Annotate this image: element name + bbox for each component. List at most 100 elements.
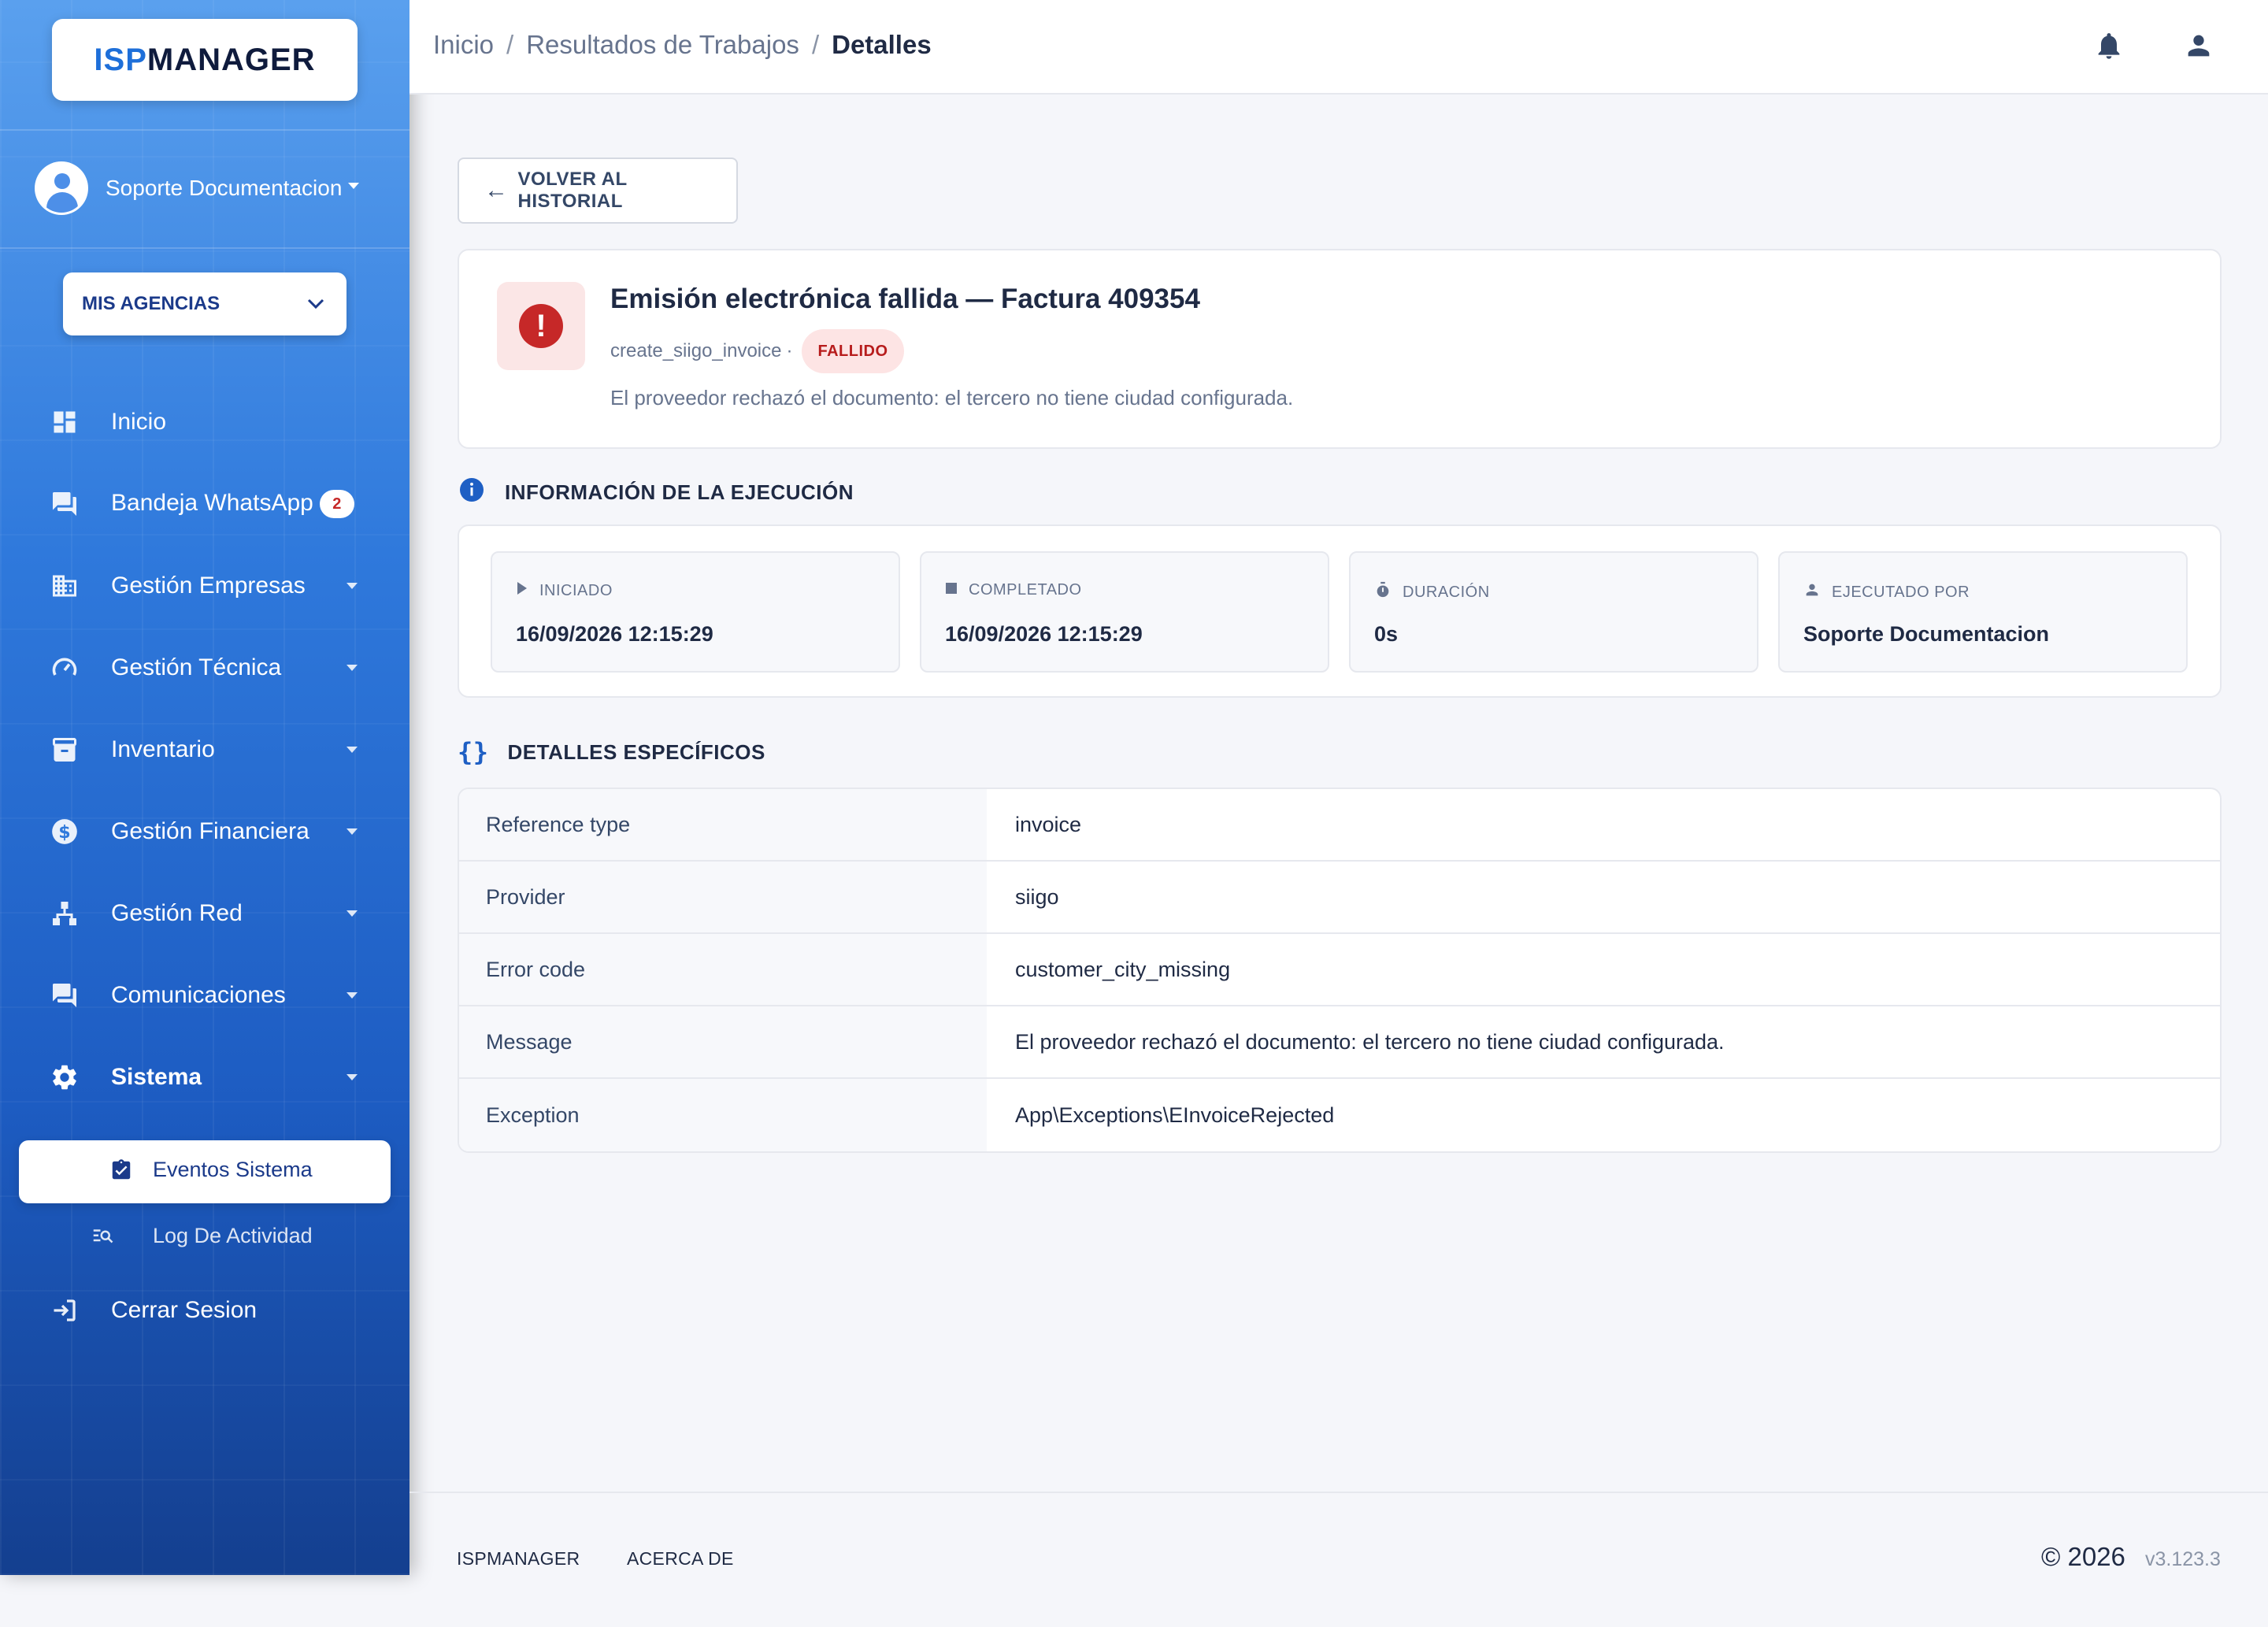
chevron-down-icon [346, 992, 358, 999]
info-value: Soporte Documentacion [1803, 622, 2050, 646]
clipboard-check-icon [106, 1154, 137, 1186]
section-title-text: DETALLES ESPECÍFICOS [507, 739, 765, 764]
sidebar-item-tecnica[interactable]: Gestión Técnica [0, 636, 410, 699]
details-section-title: {} DETALLES ESPECÍFICOS [458, 737, 765, 767]
sidebar-item-inicio[interactable]: Inicio [0, 391, 410, 454]
table-value: invoice [1015, 812, 1082, 836]
sidebar-item-label: Comunicaciones [111, 982, 286, 1008]
sidebar-item-label: Gestión Empresas [111, 573, 306, 599]
sidebar-subitem-label: Eventos Sistema [153, 1158, 313, 1181]
sidebar-item-comunicaciones[interactable]: Comunicaciones [0, 964, 410, 1027]
breadcrumb-current: Detalles [832, 30, 932, 59]
table-key: Reference type [459, 789, 987, 860]
sidebar-item-label-wrap: Bandeja WhatsApp 2 [111, 489, 354, 519]
sidebar: ISP MANAGER Soporte Documentacion MIS AGE… [0, 0, 410, 1575]
table-row: Message El proveedor rechazó el document… [459, 1006, 2220, 1079]
divider [0, 247, 410, 249]
dashboard-icon [49, 406, 80, 438]
status-badge: FALLIDO [802, 329, 904, 373]
sidebar-item-red[interactable]: Gestión Red [0, 882, 410, 945]
bell-icon[interactable] [2093, 30, 2125, 61]
table-key: Message [459, 1006, 987, 1077]
sidebar-item-whatsapp[interactable]: Bandeja WhatsApp 2 [0, 473, 410, 536]
gauge-icon [49, 652, 80, 684]
sidebar-item-financiera[interactable]: $ Gestión Financiera [0, 800, 410, 863]
alert-circle-icon: ! [519, 304, 563, 348]
sidebar-subitem-eventos[interactable]: Eventos Sistema [19, 1140, 391, 1203]
sidebar-subitem-label: Log De Actividad [153, 1224, 313, 1247]
copyright: © 2026 [2041, 1542, 2125, 1571]
table-key: Provider [459, 862, 987, 932]
user-name: Soporte Documentacion [106, 176, 343, 200]
table-value: El proveedor rechazó el documento: el te… [1015, 1029, 1725, 1054]
info-value: 16/09/2026 12:15:29 [945, 622, 1143, 646]
back-to-history-button[interactable]: ← VOLVER AL HISTORIAL [458, 158, 738, 224]
breadcrumb-separator: / [811, 30, 820, 59]
job-name: create_siigo_invoice [610, 340, 782, 361]
network-icon [49, 898, 80, 929]
info-label: EJECUTADO POR [1832, 583, 1970, 601]
info-icon [458, 476, 486, 510]
sidebar-item-sistema[interactable]: Sistema [0, 1046, 410, 1109]
sidebar-item-inventario[interactable]: Inventario [0, 718, 410, 781]
footer-link-about[interactable]: ACERCA DE [627, 1548, 734, 1570]
info-value: 16/09/2026 12:15:29 [516, 622, 713, 646]
user-icon[interactable] [2183, 30, 2214, 61]
info-label: COMPLETADO [969, 581, 1082, 599]
info-box-duration: DURACIÓN 0s [1349, 551, 1758, 673]
breadcrumb-separator: / [506, 30, 514, 59]
logo-text-manager: MANAGER [146, 42, 316, 77]
forum-icon [49, 980, 80, 1011]
footer: ISPMANAGER ACERCA DE © 2026 v3.123.3 [410, 1492, 2268, 1627]
sidebar-item-empresas[interactable]: Gestión Empresas [0, 554, 410, 617]
table-row: Provider siigo [459, 862, 2220, 934]
chat-icon [49, 488, 80, 520]
play-icon [516, 581, 528, 600]
sidebar-item-label: Gestión Técnica [111, 654, 282, 680]
gear-icon [49, 1062, 80, 1093]
footer-link-ispmanager[interactable]: ISPMANAGER [457, 1548, 580, 1570]
job-meta: create_siigo_invoice · FALLIDO [610, 329, 904, 373]
archive-icon [49, 734, 80, 765]
error-icon-box: ! [497, 282, 585, 370]
sidebar-item-label: Gestión Red [111, 900, 243, 926]
section-title-text: INFORMACIÓN DE LA EJECUCIÓN [505, 480, 854, 504]
chevron-down-icon [346, 747, 358, 753]
breadcrumb-results-link[interactable]: Resultados de Trabajos [526, 30, 799, 59]
chevron-down-icon [346, 828, 358, 835]
info-box-started: INICIADO 16/09/2026 12:15:29 [491, 551, 900, 673]
sidebar-item-label: Inicio [111, 409, 167, 435]
logout-label: Cerrar Sesion [111, 1297, 258, 1323]
breadcrumb: Inicio / Resultados de Trabajos / Detalles [433, 30, 932, 60]
app-version: v3.123.3 [2145, 1548, 2221, 1570]
breadcrumb-home-link[interactable]: Inicio [433, 30, 494, 59]
table-value: customer_city_missing [1015, 957, 1231, 981]
sidebar-subitem-log[interactable]: Log De Actividad [0, 1205, 410, 1268]
logout-icon [49, 1295, 80, 1326]
chevron-down-icon [346, 910, 358, 917]
timer-icon [1374, 581, 1392, 603]
dollar-icon: $ [49, 816, 80, 847]
chevron-down-icon[interactable] [348, 183, 359, 189]
info-label: DURACIÓN [1403, 583, 1490, 601]
info-box-executed-by: EJECUTADO POR Soporte Documentacion [1778, 551, 2188, 673]
table-key: Error code [459, 934, 987, 1005]
logout-button[interactable]: Cerrar Sesion [0, 1279, 410, 1342]
user-menu[interactable]: Soporte Documentacion [35, 161, 342, 216]
building-icon [49, 570, 80, 602]
chevron-down-icon [346, 583, 358, 589]
sidebar-item-label: Bandeja WhatsApp [111, 489, 313, 516]
logo-text-isp: ISP [94, 42, 147, 77]
divider [0, 129, 410, 131]
meta-separator: · [786, 340, 793, 361]
app-logo[interactable]: ISP MANAGER [52, 19, 358, 101]
sidebar-item-label: Gestión Financiera [111, 818, 309, 844]
chevron-down-icon [346, 1074, 358, 1080]
agency-select-button[interactable]: MIS AGENCIAS [63, 272, 346, 335]
sidebar-item-label: Inventario [111, 736, 215, 762]
code-braces-icon: {} [458, 737, 489, 767]
info-label: INICIADO [539, 581, 613, 599]
stop-icon [945, 581, 958, 599]
table-row: Reference type invoice [459, 789, 2220, 862]
table-value: siigo [1015, 884, 1059, 909]
